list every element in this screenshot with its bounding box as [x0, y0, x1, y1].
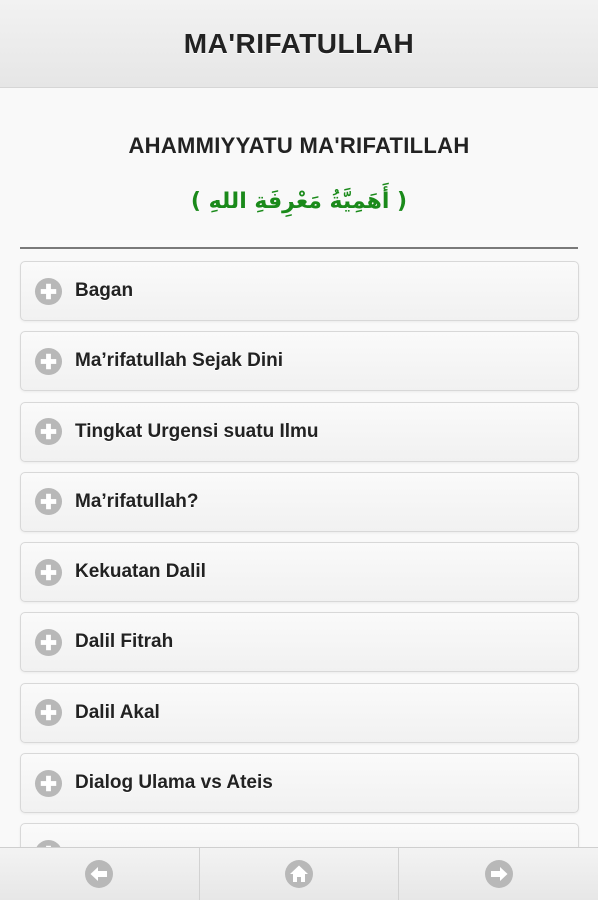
list-item-label: Dalil Akal [75, 701, 160, 723]
plus-icon [34, 558, 63, 586]
list-item-label: Tingkat Urgensi suatu Ilmu [75, 420, 319, 442]
plus-icon [36, 839, 61, 847]
plus-icon [34, 418, 63, 446]
list-item-label: Dalil Fitrah [75, 631, 174, 653]
collapsible-list: Bagan Ma’rifatullah Sejak Dini Tingkat U… [20, 261, 580, 847]
home-button[interactable] [200, 848, 400, 900]
list-item-label: Kekuatan Dalil [75, 561, 206, 583]
arrow-left-icon [85, 860, 114, 888]
main-content[interactable]: AHAMMIYYATU MA'RIFATILLAH ( أَهَمِيَّةُ … [0, 89, 598, 847]
plus-icon [34, 347, 63, 375]
plus-icon [34, 769, 63, 797]
list-item[interactable]: Ma’rifatullah Sejak Dini [20, 331, 579, 392]
plus-icon [34, 277, 63, 305]
list-item[interactable]: Tingkat Urgensi suatu Ilmu [20, 401, 579, 462]
app-title: MA'RIFATULLAH [183, 27, 415, 59]
list-item-label: Dialog Ulama vs Ateis [75, 772, 273, 794]
plus-icon [34, 699, 63, 727]
list-item[interactable]: Ma’rifatullah? [20, 471, 579, 532]
arrow-right-icon [484, 860, 513, 888]
list-item[interactable] [20, 823, 579, 847]
list-item[interactable]: Kekuatan Dalil [20, 542, 579, 603]
page-title: AHAMMIYYATU MA'RIFATILLAH [128, 133, 470, 158]
forward-button[interactable] [399, 848, 598, 900]
divider [20, 247, 578, 249]
arabic-subtitle: ( أَهَمِيَّةُ مَعْرِفَةِ اللهِ ) [190, 189, 408, 214]
back-button[interactable] [0, 848, 200, 900]
footer-navbar [0, 847, 598, 900]
list-item[interactable]: Bagan [20, 261, 579, 321]
plus-icon [34, 628, 63, 657]
list-item-label: Ma’rifatullah Sejak Dini [75, 350, 283, 372]
list-item-label: Bagan [75, 280, 134, 301]
app-header: MA'RIFATULLAH [0, 0, 598, 88]
list-item[interactable]: Dalil Fitrah [20, 612, 579, 673]
list-item[interactable]: Dialog Ulama vs Ateis [20, 753, 579, 814]
plus-icon [34, 488, 63, 516]
list-item[interactable]: Dalil Akal [20, 682, 579, 743]
home-icon [285, 860, 313, 888]
list-item-label: Ma’rifatullah? [75, 490, 199, 512]
